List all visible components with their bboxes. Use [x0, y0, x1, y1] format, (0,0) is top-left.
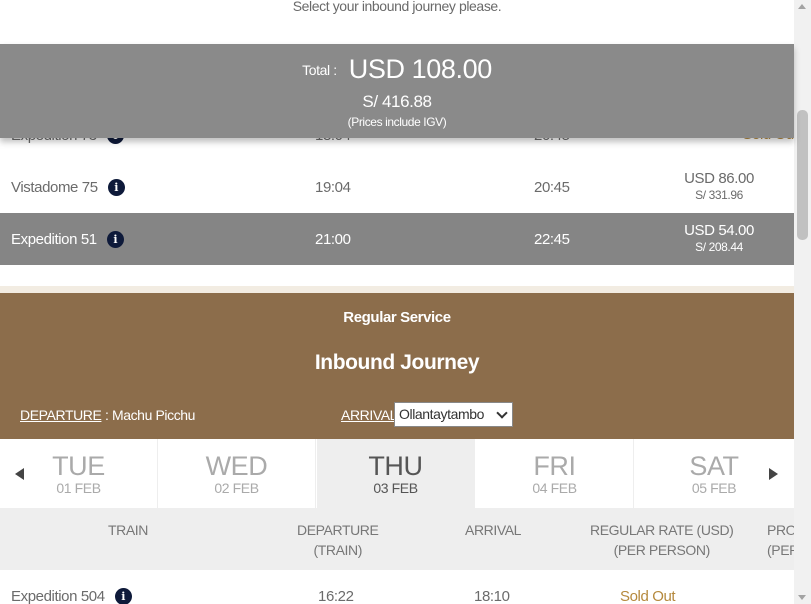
price-pen: S/ 208.44: [695, 240, 743, 254]
section-divider: [0, 286, 794, 293]
train-row[interactable]: Expedition 504 i 16:22 18:10 Sold Out: [0, 570, 794, 604]
scroll-up-icon[interactable]: [798, 4, 806, 9]
total-usd: USD 108.00: [348, 54, 492, 84]
service-header: Regular Service Inbound Journey DEPARTUR…: [0, 293, 794, 439]
departure-time: 16:22: [318, 587, 354, 604]
price[interactable]: USD 86.00 S/ 331.96: [660, 161, 778, 213]
info-icon[interactable]: i: [106, 230, 124, 248]
arrival-time: 22:45: [534, 230, 570, 248]
journey-hint: Select your inbound journey please.: [0, 0, 794, 44]
departure-label: DEPARTURE: [20, 407, 102, 423]
total-label: Total :: [302, 61, 337, 78]
price-pen: S/ 331.96: [695, 188, 743, 202]
header-regular-rate: REGULAR RATE (USD) (PER PERSON): [590, 522, 734, 558]
train-name: Expedition 504: [11, 587, 105, 604]
info-icon[interactable]: i: [107, 178, 125, 196]
arrival-select[interactable]: Ollantaytambo: [394, 402, 513, 427]
total-bar: Total : USD 108.00 S/ 416.88 (Prices inc…: [0, 44, 794, 138]
scroll-thumb[interactable]: [797, 110, 808, 240]
total-note: (Prices include IGV): [347, 115, 447, 129]
price[interactable]: USD 54.00 S/ 208.44: [660, 213, 778, 265]
day-tab[interactable]: WED 02 FEB: [158, 439, 316, 508]
arrival-time: 18:10: [474, 587, 510, 604]
train-name: Vistadome 75: [11, 178, 98, 196]
train-name: Expedition 51: [11, 230, 97, 248]
departure-info: DEPARTURE : Machu Picchu: [20, 407, 196, 423]
service-title: Regular Service: [343, 309, 451, 326]
total-pen: S/ 416.88: [362, 92, 432, 111]
info-icon[interactable]: i: [114, 587, 132, 604]
departure-time: 21:00: [315, 230, 351, 248]
arrival-time: 20:45: [534, 178, 570, 196]
scrollbar[interactable]: [794, 0, 811, 604]
day-tab-active[interactable]: THU 03 FEB: [317, 439, 475, 508]
next-arrow-icon[interactable]: [769, 468, 778, 480]
header-train: TRAIN: [108, 522, 149, 538]
prev-arrow-icon[interactable]: [15, 468, 24, 480]
chevron-down-icon: [496, 407, 508, 419]
train-row-selected[interactable]: Expedition 51 i 21:00 22:45 USD 54.00 S/ …: [0, 213, 794, 265]
header-departure: DEPARTURE (TRAIN): [297, 522, 379, 558]
journey-title: Inbound Journey: [314, 351, 480, 374]
scroll-down-icon[interactable]: [798, 595, 806, 600]
train-row[interactable]: Vistadome 75 i 19:04 20:45 USD 86.00 S/ 3…: [0, 161, 794, 213]
sold-out-label: Sold Out: [620, 587, 676, 604]
date-selector: TUE 01 FEB WED 02 FEB THU 03 FEB FRI 04 …: [0, 439, 794, 508]
departure-time: 19:04: [315, 178, 351, 196]
price-usd: USD 86.00: [684, 170, 754, 187]
table-header: TRAIN DEPARTURE (TRAIN) ARRIVAL REGULAR R…: [0, 508, 799, 570]
day-tab[interactable]: FRI 04 FEB: [476, 439, 634, 508]
price-usd: USD 54.00: [684, 222, 754, 239]
arrival-label: ARRIVAL: [341, 407, 397, 423]
departure-station: Machu Picchu: [111, 407, 196, 423]
header-arrival: ARRIVAL: [465, 522, 522, 538]
